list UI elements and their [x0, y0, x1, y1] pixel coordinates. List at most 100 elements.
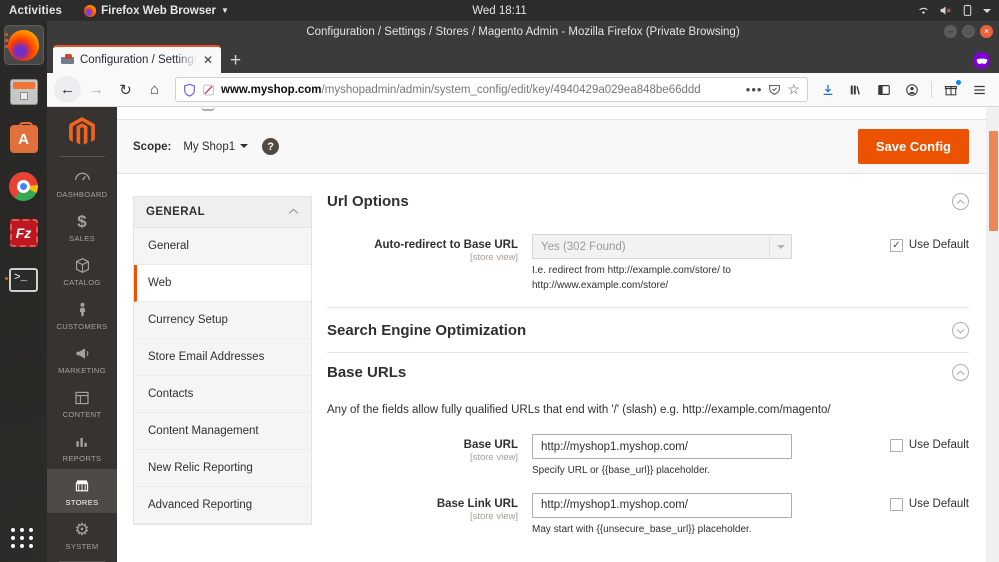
page-scrollbar[interactable]	[986, 107, 999, 562]
sidebar-item-customers[interactable]: Customers	[47, 293, 117, 337]
config-item-content-management[interactable]: Content Management	[134, 413, 311, 450]
clock[interactable]: Wed 18:11	[0, 5, 999, 17]
close-tab-button[interactable]: ✕	[203, 54, 213, 66]
sidebar-item-label: Customers	[56, 322, 107, 331]
section-base-urls: Base URLs Any of the fields allow fully …	[327, 353, 969, 537]
back-button[interactable]: ←	[54, 76, 81, 103]
maximize-button[interactable]: □	[962, 25, 975, 38]
collapse-icon[interactable]	[952, 364, 969, 381]
sidebar-item-label: Stores	[66, 498, 99, 507]
content-icon	[74, 388, 90, 407]
scrollbar-thumb[interactable]	[989, 131, 998, 231]
sidebar-item-system[interactable]: ⚙ System	[47, 513, 117, 557]
sidebar-icon[interactable]	[871, 77, 897, 103]
config-item-general[interactable]: General	[134, 228, 311, 265]
sidebar-item-catalog[interactable]: Catalog	[47, 249, 117, 293]
toolbar-divider	[931, 81, 932, 98]
page-actions-button[interactable]: •••	[746, 82, 763, 97]
dock-item-filezilla[interactable]	[4, 213, 44, 253]
stores-icon	[73, 476, 91, 495]
dock-item-chrome[interactable]	[4, 166, 44, 206]
sidebar-item-dashboard[interactable]: Dashboard	[47, 161, 117, 205]
downloads-icon[interactable]	[815, 77, 841, 103]
base-link-url-input[interactable]: http://myshop1.myshop.com/	[532, 493, 792, 518]
show-applications-button[interactable]	[11, 528, 34, 548]
field-scope-text: [store view]	[327, 511, 518, 522]
base-url-input[interactable]: http://myshop1.myshop.com/	[532, 434, 792, 459]
help-icon[interactable]: ?	[262, 138, 279, 155]
config-layout: GENERAL General Web Currency Setup Store…	[117, 174, 986, 537]
sidebar-item-label: Reports	[63, 454, 102, 463]
library-icon[interactable]	[843, 77, 869, 103]
use-default-checkbox[interactable]	[890, 498, 903, 511]
expand-icon[interactable]	[952, 322, 969, 339]
section-intro: Any of the fields allow fully qualified …	[327, 391, 969, 420]
url-bar[interactable]: www.myshop.com/myshopadmin/admin/system_…	[175, 77, 808, 102]
config-form: Url Options Auto-redirect to Base URL [s…	[312, 174, 986, 537]
dock-item-files[interactable]	[4, 72, 44, 112]
config-item-store-email-addresses[interactable]: Store Email Addresses	[134, 339, 311, 376]
terminal-icon	[9, 268, 38, 292]
close-button[interactable]: ×	[980, 25, 993, 38]
running-indicator-icon	[5, 277, 8, 280]
gift-icon[interactable]	[938, 77, 964, 103]
config-item-currency-setup[interactable]: Currency Setup	[134, 302, 311, 339]
use-default-label: Use Default	[909, 439, 969, 451]
config-item-contacts[interactable]: Contacts	[134, 376, 311, 413]
forward-button[interactable]: →	[83, 76, 110, 103]
config-group-general[interactable]: GENERAL	[133, 196, 312, 228]
filezilla-icon	[10, 219, 38, 247]
browser-tab[interactable]: Configuration / Settings ✕	[53, 45, 221, 73]
use-default-group[interactable]: ✓ Use Default	[890, 234, 969, 252]
system-tray[interactable]	[917, 4, 991, 17]
use-default-group[interactable]: Use Default	[890, 434, 969, 452]
reload-button[interactable]: ↻	[112, 76, 139, 103]
config-item-web[interactable]: Web	[134, 265, 311, 302]
sidebar-item-stores[interactable]: Stores	[47, 469, 117, 513]
new-tab-button[interactable]: +	[230, 51, 241, 70]
gnome-top-bar: Activities Firefox Web Browser ▼ Wed 18:…	[0, 0, 999, 21]
home-button[interactable]: ⌂	[141, 76, 168, 103]
dock-item-ubuntu-software[interactable]	[4, 119, 44, 159]
use-default-checkbox[interactable]	[890, 439, 903, 452]
scope-switcher[interactable]: My Shop1	[183, 141, 248, 153]
account-icon[interactable]	[899, 77, 925, 103]
collapse-icon[interactable]	[952, 193, 969, 210]
dock-item-firefox[interactable]	[4, 25, 44, 65]
window-titlebar: Configuration / Settings / Stores / Mage…	[47, 21, 999, 42]
bookmark-star-icon[interactable]: ☆	[787, 81, 800, 98]
magento-logo[interactable]	[47, 107, 117, 156]
admin-sidebar: Dashboard $ Sales Catalog Customers	[47, 107, 117, 562]
auto-redirect-select[interactable]: Yes (302 Found)	[532, 234, 792, 259]
dashboard-icon	[74, 168, 91, 187]
menu-icon[interactable]	[966, 77, 992, 103]
url-text[interactable]: www.myshop.com/myshopadmin/admin/system_…	[221, 84, 740, 96]
config-item-new-relic-reporting[interactable]: New Relic Reporting	[134, 450, 311, 487]
dock-item-terminal[interactable]	[4, 260, 44, 300]
section-header[interactable]: Base URLs	[327, 364, 969, 391]
config-item-advanced-reporting[interactable]: Advanced Reporting	[134, 487, 311, 524]
sidebar-item-marketing[interactable]: Marketing	[47, 337, 117, 381]
customers-icon	[74, 300, 91, 319]
reader-view-icon[interactable]	[768, 83, 781, 96]
use-default-label: Use Default	[909, 239, 969, 251]
sales-icon: $	[77, 212, 86, 231]
marketing-icon	[74, 344, 91, 363]
section-header[interactable]: Url Options	[327, 193, 969, 220]
config-menu: GENERAL General Web Currency Setup Store…	[117, 174, 312, 537]
reports-icon	[74, 432, 90, 451]
permissions-icon[interactable]	[202, 83, 215, 96]
use-default-group[interactable]: Use Default	[890, 493, 969, 511]
save-config-button[interactable]: Save Config	[858, 129, 969, 164]
sidebar-item-content[interactable]: Content	[47, 381, 117, 425]
sidebar-item-reports[interactable]: Reports	[47, 425, 117, 469]
battery-icon	[961, 4, 974, 17]
minimize-button[interactable]: –	[944, 25, 957, 38]
field-scope-text: [store view]	[327, 252, 518, 263]
field-label-text: Base URL	[327, 438, 518, 452]
tracking-protection-shield-icon[interactable]	[183, 83, 196, 97]
sidebar-item-sales[interactable]: $ Sales	[47, 205, 117, 249]
use-default-checkbox[interactable]: ✓	[890, 239, 903, 252]
private-browsing-mask-icon	[973, 52, 990, 69]
section-header[interactable]: Search Engine Optimization	[327, 308, 969, 353]
